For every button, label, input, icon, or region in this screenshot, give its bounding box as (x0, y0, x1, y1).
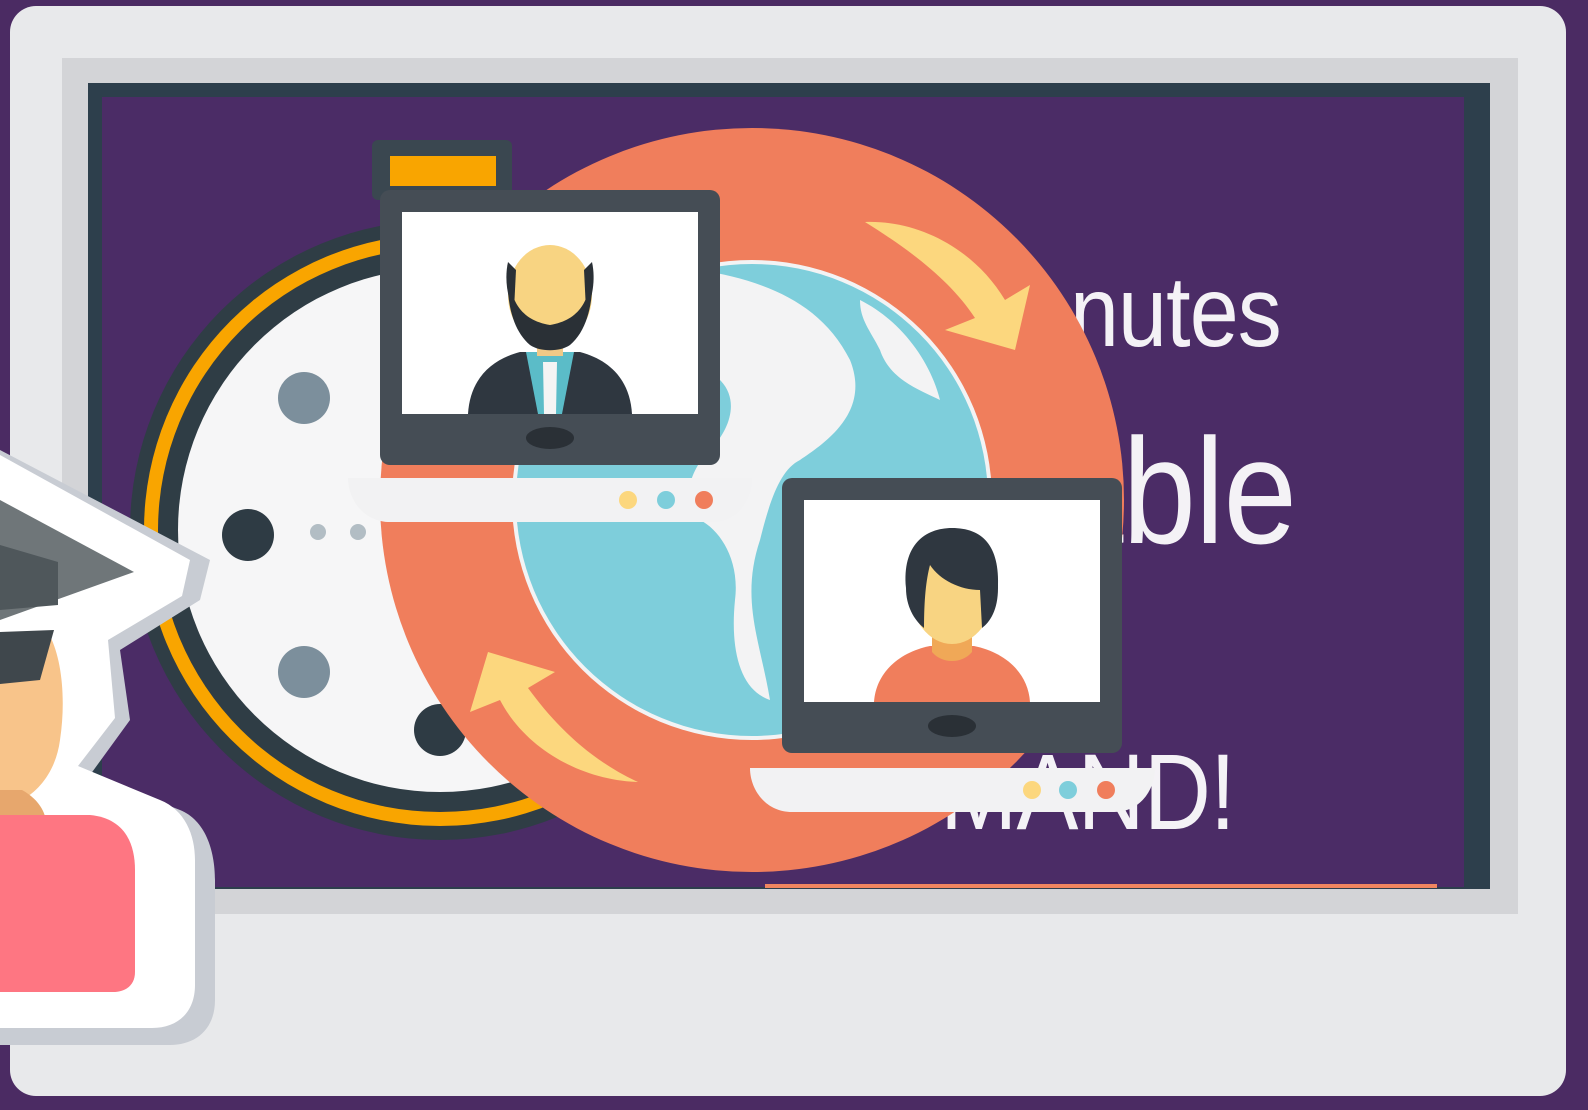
illustration (0, 128, 1155, 1045)
